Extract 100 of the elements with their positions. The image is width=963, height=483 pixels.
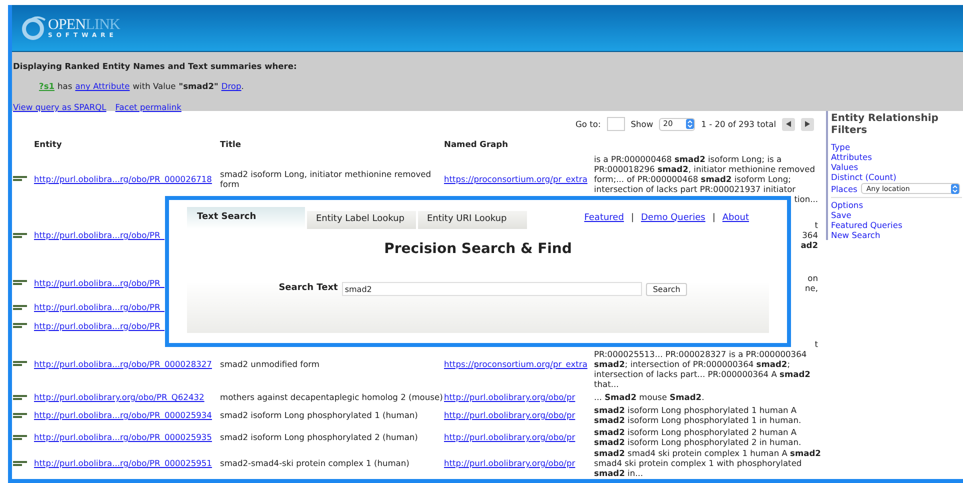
summary-text: is a PR:000000468 smad2 isoform Long; is a — [594, 154, 783, 164]
popup-link[interactable]: Demo Queries — [640, 212, 706, 225]
search-tab[interactable]: Entity URI Lookup — [418, 211, 527, 229]
entity-link[interactable]: http://purl.obolibra...rg/obo/PR_000025951 — [34, 458, 212, 468]
query-heading: Displaying Ranked Entity Names and Text summaries where: — [12, 60, 298, 72]
previous-button[interactable] — [782, 118, 795, 130]
logo-word: OPEN — [48, 16, 86, 32]
filter-link[interactable]: New Search — [831, 230, 962, 240]
filter-link[interactable]: Type — [831, 142, 962, 152]
graph-link[interactable]: http://purl.obolibrary.org/obo/pr — [444, 392, 576, 402]
summary-text: smad4 ski protein complex 1 with phosphorylated — [594, 458, 803, 468]
entity-link[interactable]: http://purl.obolibra...rg/obo/PR_ — [34, 320, 164, 330]
entity-link[interactable]: http://purl.obolibra...rg/obo/PR_ — [34, 278, 164, 288]
summary-text: intersection of lacks part PR:000021937 initiator — [594, 184, 797, 194]
popup-title: Precision Search & Find — [384, 240, 572, 259]
entity-link[interactable]: http://purl.obolibra...rg/obo/PR_000026718 — [34, 174, 212, 184]
query-value: "smad2" — [178, 80, 218, 93]
filter-link[interactable]: Attributes — [831, 152, 962, 162]
title-cell: mothers against decapentaplegic homolog 2 (mouse) — [220, 392, 443, 402]
row-icon — [13, 304, 27, 310]
query-link[interactable]: View query as SPARQL — [13, 100, 106, 114]
entity-link[interactable]: http://purl.obolibrary.org/obo/PR_Q62432 — [34, 392, 204, 402]
entity-link[interactable]: http://purl.obolibra...rg/obo/PR_000028327 — [34, 358, 212, 368]
right-triangle-icon — [805, 121, 810, 127]
filter-link[interactable]: Distinct (Count) — [831, 172, 962, 182]
summary-text: smad2 isoform Long phosphorylated 1 in human. — [594, 415, 802, 425]
entity-link[interactable]: http://purl.obolibra...rg/obo/PR_000025935 — [34, 432, 212, 442]
query-text: has — [58, 80, 72, 93]
title-cell: smad2 unmodified form — [220, 358, 320, 368]
entity-link[interactable]: http://purl.obolibra...rg/obo/PR_000025934 — [34, 410, 212, 420]
summary-text: PR:000025513... PR:000028327 is a PR:000000364 — [594, 348, 808, 358]
summary-text: smad2 in... — [594, 468, 644, 478]
logo-word: LINK — [86, 16, 120, 32]
summary-text: smad2 smad4 ski protein complex 1 human A smad2 — [594, 448, 822, 458]
row-icon — [13, 176, 27, 181]
column-header: Entity — [34, 139, 63, 151]
summary-text: form;... of PR:000000468 smad2 isoform Long; — [594, 174, 792, 184]
summary-text: t — [814, 338, 819, 348]
row-icon — [13, 323, 27, 328]
summary-text: ne, — [804, 282, 819, 292]
search-tab[interactable]: Entity Label Lookup — [307, 211, 416, 229]
filter-link[interactable]: Places — [831, 184, 858, 194]
popup-link[interactable]: About — [722, 212, 749, 225]
entity-link[interactable]: http://purl.obolibra...rg/obo/PR_ — [34, 230, 164, 240]
summary-text: intersection of lacks part... PR:000000364 A smad2 — [594, 368, 812, 378]
summary-text: ad2 — [800, 240, 819, 250]
query-text: with Value — [132, 80, 176, 93]
drop-link[interactable]: Drop — [221, 80, 242, 93]
field-label: Search Text — [278, 282, 338, 296]
search-tab[interactable]: Text Search — [187, 207, 305, 229]
column-header: Title — [220, 139, 242, 151]
summary-text: 364 — [802, 230, 819, 240]
period: . — [241, 80, 244, 93]
range-text: 1 - 20 of 293 total — [701, 118, 776, 130]
attribute-link[interactable]: any Attribute — [75, 80, 130, 93]
summary-text: smad2 isoform Long phosphorylated 1 human A — [594, 405, 798, 415]
search-button[interactable]: Search — [646, 282, 688, 296]
summary-text: t — [814, 220, 819, 230]
left-triangle-icon — [786, 121, 791, 127]
graph-link[interactable]: http://purl.obolibrary.org/obo/pr — [444, 432, 576, 442]
goto-label: Go to: — [576, 118, 601, 130]
row-icon — [13, 460, 27, 466]
link-separator: | — [712, 212, 716, 224]
graph-link[interactable]: https://proconsortium.org/pr_extra — [444, 174, 588, 184]
stepper-icon — [686, 119, 694, 129]
summary-text: tion... — [794, 194, 819, 204]
summary-text: that... — [594, 378, 620, 388]
search-field[interactable]: smad2 — [342, 282, 642, 296]
title-cell: smad2 isoform Long phosphorylated 1 (human) — [220, 410, 418, 420]
title-cell: smad2 isoform Long, initiator methionine removed form — [220, 168, 432, 188]
stepper-icon — [951, 184, 960, 194]
link-separator: | — [630, 212, 634, 224]
graph-link[interactable]: https://proconsortium.org/pr_extra — [444, 358, 588, 368]
filters-title: Entity Relationship Filters — [831, 113, 940, 137]
goto-field[interactable] — [606, 117, 625, 131]
query-link[interactable]: Facet permalink — [115, 100, 182, 114]
popup-link[interactable]: Featured — [584, 212, 624, 225]
title-cell: smad2 isoform Long phosphorylated 2 (human) — [220, 432, 418, 442]
filter-link[interactable]: Save — [831, 210, 962, 220]
row-icon — [13, 394, 27, 400]
summary-text: PR:000018296 smad2, initiator methionine removed — [594, 164, 816, 174]
entity-link[interactable]: http://purl.obolibra...rg/obo/PR_ — [34, 302, 164, 312]
logo-swoosh-icon — [22, 16, 46, 40]
graph-link[interactable]: http://purl.obolibrary.org/obo/pr — [444, 458, 576, 468]
summary-text: on — [808, 272, 819, 282]
summary-text: smad2 isoform Long phosphorylated 2 in human. — [594, 437, 802, 447]
filter-link[interactable]: Featured Queries — [831, 220, 962, 230]
title-cell: smad2-smad4-ski protein complex 1 (human) — [220, 458, 410, 468]
row-icon — [13, 412, 27, 418]
row-icon — [13, 361, 27, 366]
row-icon — [13, 232, 27, 238]
summary-text: ... Smad2 mouse Smad2. — [594, 392, 706, 402]
graph-link[interactable]: http://purl.obolibrary.org/obo/pr — [444, 410, 576, 420]
row-icon — [13, 280, 27, 285]
row-icon — [13, 434, 27, 440]
next-button[interactable] — [801, 118, 814, 130]
filter-link[interactable]: Values — [831, 162, 962, 172]
filter-link[interactable]: Options — [831, 200, 962, 210]
summary-text: smad2 isoform Long phosphorylated 2 human A — [594, 427, 798, 437]
show-label: Show — [630, 118, 654, 130]
